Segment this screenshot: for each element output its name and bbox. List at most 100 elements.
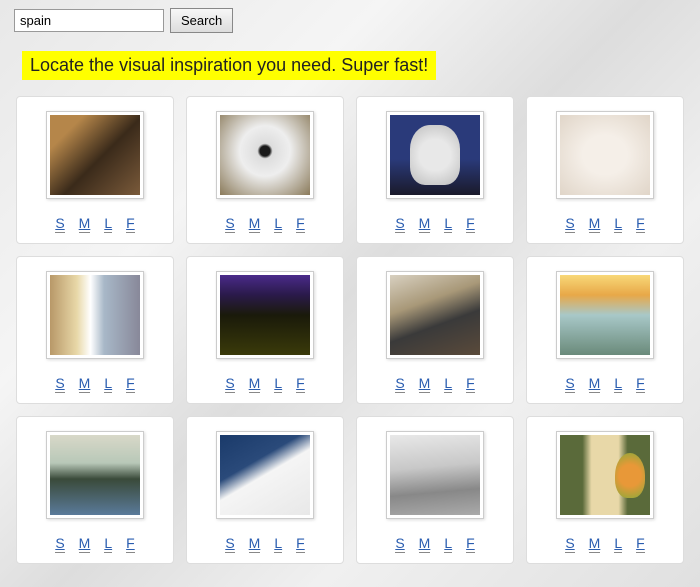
thumbnail-image[interactable] [560,435,650,515]
size-link-m[interactable]: M [249,215,261,233]
result-card: SMLF [526,416,684,564]
thumbnail-image[interactable] [390,115,480,195]
size-link-l[interactable]: L [444,215,452,233]
size-links: SMLF [55,535,134,553]
size-link-f[interactable]: F [466,375,475,393]
thumbnail-frame[interactable] [46,431,144,519]
size-link-s[interactable]: S [55,535,64,553]
size-link-l[interactable]: L [104,215,112,233]
thumbnail-image[interactable] [50,435,140,515]
result-card: SMLF [356,256,514,404]
tagline: Locate the visual inspiration you need. … [22,51,436,80]
thumbnail-image[interactable] [390,435,480,515]
result-card: SMLF [186,416,344,564]
size-links: SMLF [55,215,134,233]
size-link-l[interactable]: L [614,215,622,233]
size-link-m[interactable]: M [419,535,431,553]
size-links: SMLF [395,215,474,233]
size-link-f[interactable]: F [296,375,305,393]
search-button[interactable]: Search [170,8,233,33]
size-link-m[interactable]: M [419,215,431,233]
size-link-f[interactable]: F [126,535,135,553]
size-link-f[interactable]: F [466,215,475,233]
size-link-m[interactable]: M [249,535,261,553]
size-link-l[interactable]: L [274,215,282,233]
thumbnail-frame[interactable] [386,431,484,519]
size-link-m[interactable]: M [79,375,91,393]
size-link-s[interactable]: S [565,375,574,393]
size-link-m[interactable]: M [249,375,261,393]
thumbnail-frame[interactable] [46,111,144,199]
size-link-l[interactable]: L [104,375,112,393]
size-link-s[interactable]: S [565,535,574,553]
size-link-l[interactable]: L [104,535,112,553]
size-link-m[interactable]: M [589,215,601,233]
result-card: SMLF [526,96,684,244]
size-link-f[interactable]: F [636,215,645,233]
thumbnail-frame[interactable] [556,431,654,519]
size-links: SMLF [225,215,304,233]
thumbnail-frame[interactable] [556,271,654,359]
thumbnail-image[interactable] [220,115,310,195]
result-card: SMLF [16,96,174,244]
thumbnail-frame[interactable] [46,271,144,359]
thumbnail-frame[interactable] [386,271,484,359]
thumbnail-frame[interactable] [216,271,314,359]
size-link-m[interactable]: M [79,215,91,233]
result-card: SMLF [526,256,684,404]
thumbnail-image[interactable] [220,275,310,355]
size-link-f[interactable]: F [466,535,475,553]
size-links: SMLF [55,375,134,393]
size-links: SMLF [225,535,304,553]
thumbnail-frame[interactable] [386,111,484,199]
size-link-l[interactable]: L [444,375,452,393]
thumbnail-image[interactable] [220,435,310,515]
size-link-l[interactable]: L [614,535,622,553]
size-link-s[interactable]: S [55,215,64,233]
size-link-s[interactable]: S [395,375,404,393]
size-links: SMLF [565,215,644,233]
result-card: SMLF [16,416,174,564]
size-link-f[interactable]: F [296,215,305,233]
size-link-l[interactable]: L [274,535,282,553]
size-links: SMLF [395,375,474,393]
thumbnail-image[interactable] [560,275,650,355]
thumbnail-image[interactable] [50,115,140,195]
size-link-f[interactable]: F [126,215,135,233]
size-link-f[interactable]: F [296,535,305,553]
thumbnail-frame[interactable] [216,111,314,199]
search-row: Search [14,8,686,33]
size-link-m[interactable]: M [589,535,601,553]
size-link-m[interactable]: M [419,375,431,393]
search-input[interactable] [14,9,164,32]
result-card: SMLF [186,96,344,244]
size-link-s[interactable]: S [565,215,574,233]
size-link-s[interactable]: S [55,375,64,393]
size-link-s[interactable]: S [225,215,234,233]
size-link-s[interactable]: S [395,535,404,553]
result-card: SMLF [356,416,514,564]
thumbnail-image[interactable] [390,275,480,355]
result-card: SMLF [186,256,344,404]
size-link-f[interactable]: F [126,375,135,393]
result-card: SMLF [16,256,174,404]
size-link-f[interactable]: F [636,535,645,553]
size-links: SMLF [565,535,644,553]
size-link-s[interactable]: S [225,375,234,393]
size-links: SMLF [225,375,304,393]
size-link-s[interactable]: S [395,215,404,233]
size-links: SMLF [565,375,644,393]
thumbnail-frame[interactable] [556,111,654,199]
size-link-f[interactable]: F [636,375,645,393]
size-link-m[interactable]: M [589,375,601,393]
size-link-m[interactable]: M [79,535,91,553]
size-link-l[interactable]: L [274,375,282,393]
size-link-l[interactable]: L [444,535,452,553]
size-link-l[interactable]: L [614,375,622,393]
thumbnail-frame[interactable] [216,431,314,519]
size-links: SMLF [395,535,474,553]
thumbnail-image[interactable] [50,275,140,355]
size-link-s[interactable]: S [225,535,234,553]
results-grid: SMLFSMLFSMLFSMLFSMLFSMLFSMLFSMLFSMLFSMLF… [14,96,686,564]
thumbnail-image[interactable] [560,115,650,195]
